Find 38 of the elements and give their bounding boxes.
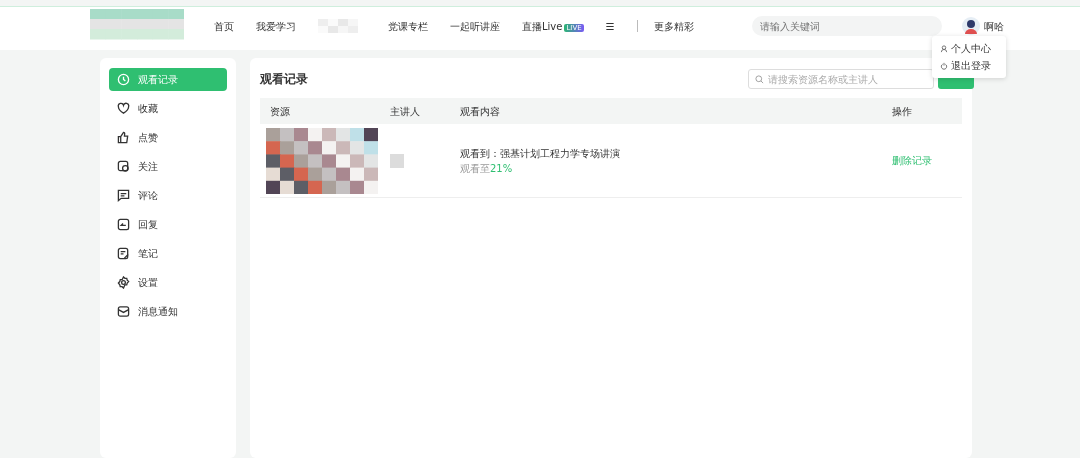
note-icon bbox=[117, 247, 130, 260]
sidebar-item[interactable]: 关注 bbox=[109, 155, 227, 178]
column-header: 观看内容 bbox=[460, 105, 500, 117]
user-icon bbox=[940, 44, 948, 53]
settings-icon bbox=[117, 276, 130, 289]
avatar-icon[interactable] bbox=[962, 17, 980, 35]
column-header: 资源 bbox=[270, 105, 290, 117]
menu-item[interactable]: 个人中心 bbox=[932, 40, 1006, 57]
watch-content: 观看到：强基计划工程力学专场讲演 bbox=[460, 146, 621, 161]
nav-link[interactable]: 更多精彩 bbox=[653, 18, 694, 34]
sidebar-item[interactable]: 点赞 bbox=[109, 126, 227, 149]
sidebar-item[interactable]: 消息通知 bbox=[109, 300, 227, 323]
sidebar-item[interactable]: 设置 bbox=[109, 271, 227, 294]
nav-link[interactable]: 一起听讲座 bbox=[450, 18, 500, 34]
follow-icon bbox=[117, 160, 130, 173]
power-icon bbox=[940, 61, 948, 70]
thumbs-up-icon bbox=[117, 131, 130, 144]
mail-icon bbox=[117, 305, 130, 318]
placeholder-text: 请搜索资源名称或主讲人 bbox=[768, 72, 878, 87]
reply-icon bbox=[117, 218, 130, 231]
sidebar-item[interactable]: 笔记 bbox=[109, 242, 227, 265]
column-header: 操作 bbox=[892, 105, 912, 117]
user-name[interactable]: 啊哈 bbox=[984, 18, 1004, 34]
column-header: 主讲人 bbox=[390, 105, 420, 117]
search-icon bbox=[755, 74, 764, 84]
comment-icon bbox=[117, 189, 130, 202]
search-field[interactable]: 请输入关键词 bbox=[752, 16, 942, 36]
clock-icon bbox=[117, 73, 130, 86]
nav-link[interactable]: 党课专栏 bbox=[388, 18, 428, 34]
sidebar-item[interactable]: 评论 bbox=[109, 184, 227, 207]
page-title: 观看记录 bbox=[260, 71, 308, 88]
nav-link[interactable]: ☰ bbox=[605, 18, 615, 34]
nav-link[interactable]: 我爱学习 bbox=[256, 18, 296, 34]
heart-icon bbox=[117, 102, 130, 115]
sidebar-item[interactable]: 回复 bbox=[109, 213, 227, 236]
sidebar-item[interactable]: 收藏 bbox=[109, 97, 227, 120]
menu-item[interactable]: 退出登录 bbox=[932, 57, 1006, 74]
nav-link[interactable]: 首页 bbox=[214, 18, 234, 34]
